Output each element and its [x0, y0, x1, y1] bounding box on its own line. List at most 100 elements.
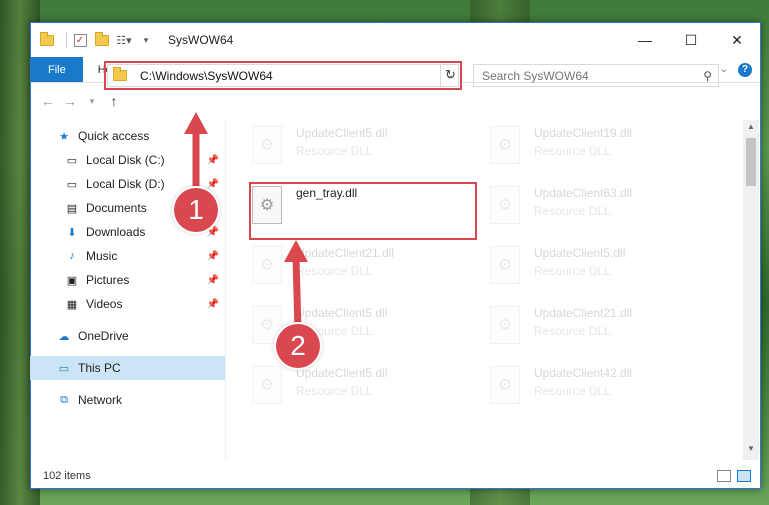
minimize-button[interactable]: —	[622, 23, 668, 57]
scroll-down-icon[interactable]: ▼	[743, 444, 759, 458]
address-highlight-box	[104, 61, 462, 90]
tab-file[interactable]: File	[31, 57, 83, 82]
file-name: UpdateClient5.dll	[296, 366, 388, 380]
pin-icon[interactable]: 📌	[207, 299, 219, 310]
vertical-scrollbar[interactable]: ▲ ▼	[743, 120, 759, 460]
customize-quick-access-icon[interactable]: ☷▾	[116, 32, 132, 48]
dll-file-icon: ⚙	[490, 366, 520, 404]
sidebar-item-label: Network	[78, 393, 123, 407]
search-icon[interactable]: ⚲	[703, 69, 712, 83]
search-box[interactable]: ⚲	[473, 64, 719, 87]
sidebar-item-videos[interactable]: ▦ Videos 📌	[30, 292, 225, 316]
sidebar-item-network[interactable]: ⧉ Network	[30, 388, 225, 412]
maximize-button[interactable]: ☐	[668, 23, 714, 57]
file-type: Resource DLL	[534, 204, 611, 218]
file-name: UpdateClient63.dll	[534, 186, 633, 200]
main-area: ★ Quick access ▭ Local Disk (C:) 📌 ▭ Loc…	[30, 120, 759, 460]
sidebar-item-this-pc[interactable]: ▭ This PC	[30, 356, 225, 380]
file-type: Resource DLL	[534, 324, 611, 338]
documents-icon: ▤	[66, 202, 78, 215]
pin-icon[interactable]: 📌	[207, 251, 219, 262]
new-folder-icon[interactable]	[94, 31, 110, 48]
file-name: UpdateClient21.dll	[534, 306, 633, 320]
videos-icon: ▦	[66, 298, 78, 311]
star-icon: ★	[59, 130, 69, 143]
file-item[interactable]: ⚙ UpdateClient19.dll Resource DLL	[490, 124, 720, 176]
file-type: Resource DLL	[534, 144, 611, 158]
file-name: UpdateClient5.dll	[534, 246, 626, 260]
file-type: Resource DLL	[534, 264, 611, 278]
file-name: UpdateClient5.dll	[296, 126, 388, 140]
pin-icon[interactable]: 📌	[207, 275, 219, 286]
sidebar-item-label: Local Disk (C:)	[86, 153, 165, 167]
status-bar: 102 items	[31, 462, 759, 489]
folder-icon[interactable]	[39, 31, 55, 48]
dll-file-icon: ⚙	[252, 246, 282, 284]
title-bar: ✓ ☷▾ ▾ SysWOW64 — ☐ ✕	[31, 23, 760, 57]
divider	[66, 32, 67, 48]
up-arrow-icon[interactable]: ↑	[103, 93, 125, 109]
sidebar-item-label: Quick access	[78, 129, 150, 143]
file-list: ⚙ UpdateClient5.dll Resource DLL ⚙ Update…	[226, 120, 759, 460]
search-input[interactable]	[482, 68, 682, 83]
scroll-thumb[interactable]	[746, 138, 756, 186]
dll-file-icon: ⚙	[490, 186, 520, 224]
sidebar-item-pictures[interactable]: ▣ Pictures 📌	[30, 268, 225, 292]
sidebar-item-local-disk-c[interactable]: ▭ Local Disk (C:) 📌	[30, 148, 225, 172]
dll-file-icon: ⚙	[252, 366, 282, 404]
sidebar-item-label: Documents	[86, 201, 147, 215]
sidebar-item-music[interactable]: ♪ Music 📌	[30, 244, 225, 268]
network-icon: ⧉	[60, 393, 68, 406]
music-icon: ♪	[69, 250, 75, 262]
expand-ribbon-icon[interactable]: ⌄	[720, 64, 728, 75]
file-name: UpdateClient42.dll	[534, 366, 633, 380]
dll-file-icon: ⚙	[490, 246, 520, 284]
file-item[interactable]: ⚙ UpdateClient42.dll Resource DLL	[490, 364, 720, 416]
cloud-icon: ☁	[58, 330, 70, 343]
large-icons-view-icon[interactable]	[737, 469, 751, 482]
pictures-icon: ▣	[66, 274, 78, 287]
scroll-up-icon[interactable]: ▲	[743, 122, 759, 136]
close-button[interactable]: ✕	[714, 23, 760, 57]
sidebar-item-label: Pictures	[86, 273, 130, 287]
file-item[interactable]: ⚙ UpdateClient63.dll Resource DLL	[490, 184, 720, 236]
dll-file-icon: ⚙	[252, 126, 282, 164]
file-type: Resource DLL	[534, 384, 611, 398]
sidebar-item-label: Local Disk (D:)	[86, 177, 165, 191]
file-item[interactable]: ⚙ UpdateClient21.dll Resource DLL	[252, 244, 482, 296]
sidebar-item-label: Music	[86, 249, 118, 263]
sidebar-item-quick-access[interactable]: ★ Quick access	[30, 124, 225, 148]
back-arrow-icon[interactable]: ←	[37, 93, 59, 109]
details-view-icon[interactable]	[717, 469, 731, 482]
recent-locations-icon[interactable]: ▾	[81, 96, 103, 107]
help-icon[interactable]: ?	[738, 62, 752, 77]
pin-icon[interactable]: 📌	[207, 179, 219, 190]
file-item[interactable]: ⚙ UpdateClient5.dll Resource DLL	[490, 244, 720, 296]
file-item[interactable]: ⚙ UpdateClient5.dll Resource DLL	[252, 124, 482, 176]
file-name: UpdateClient5.dll	[296, 306, 388, 320]
item-count: 102 items	[43, 469, 91, 482]
file-item[interactable]: ⚙ UpdateClient21.dll Resource DLL	[490, 304, 720, 356]
sidebar-item-label: This PC	[78, 361, 121, 375]
sidebar-item-label: Downloads	[86, 225, 146, 239]
file-type: Resource DLL	[296, 384, 373, 398]
drive-icon: ▭	[66, 154, 78, 167]
file-type: Resource DLL	[296, 264, 373, 278]
file-name: UpdateClient19.dll	[534, 126, 633, 140]
step-badge-1: 1	[174, 188, 218, 232]
dll-file-icon: ⚙	[490, 126, 520, 164]
sidebar-item-onedrive[interactable]: ☁ OneDrive	[30, 324, 225, 348]
file-item[interactable]: ⚙ UpdateClient5.dll Resource DLL	[252, 364, 482, 416]
pin-icon[interactable]: 📌	[207, 155, 219, 166]
computer-icon: ▭	[58, 362, 70, 375]
navigation-pane: ★ Quick access ▭ Local Disk (C:) 📌 ▭ Loc…	[30, 120, 226, 460]
window-title: SysWOW64	[168, 33, 234, 47]
file-name: UpdateClient21.dll	[296, 246, 395, 260]
chevron-down-icon[interactable]: ▾	[138, 32, 154, 48]
sidebar-item-label: OneDrive	[78, 329, 129, 343]
properties-icon[interactable]: ✓	[72, 32, 88, 48]
forward-arrow-icon[interactable]: →	[59, 93, 81, 109]
step-badge-2: 2	[276, 324, 320, 368]
sidebar-item-label: Videos	[86, 297, 123, 311]
file-highlight-box	[249, 182, 477, 240]
